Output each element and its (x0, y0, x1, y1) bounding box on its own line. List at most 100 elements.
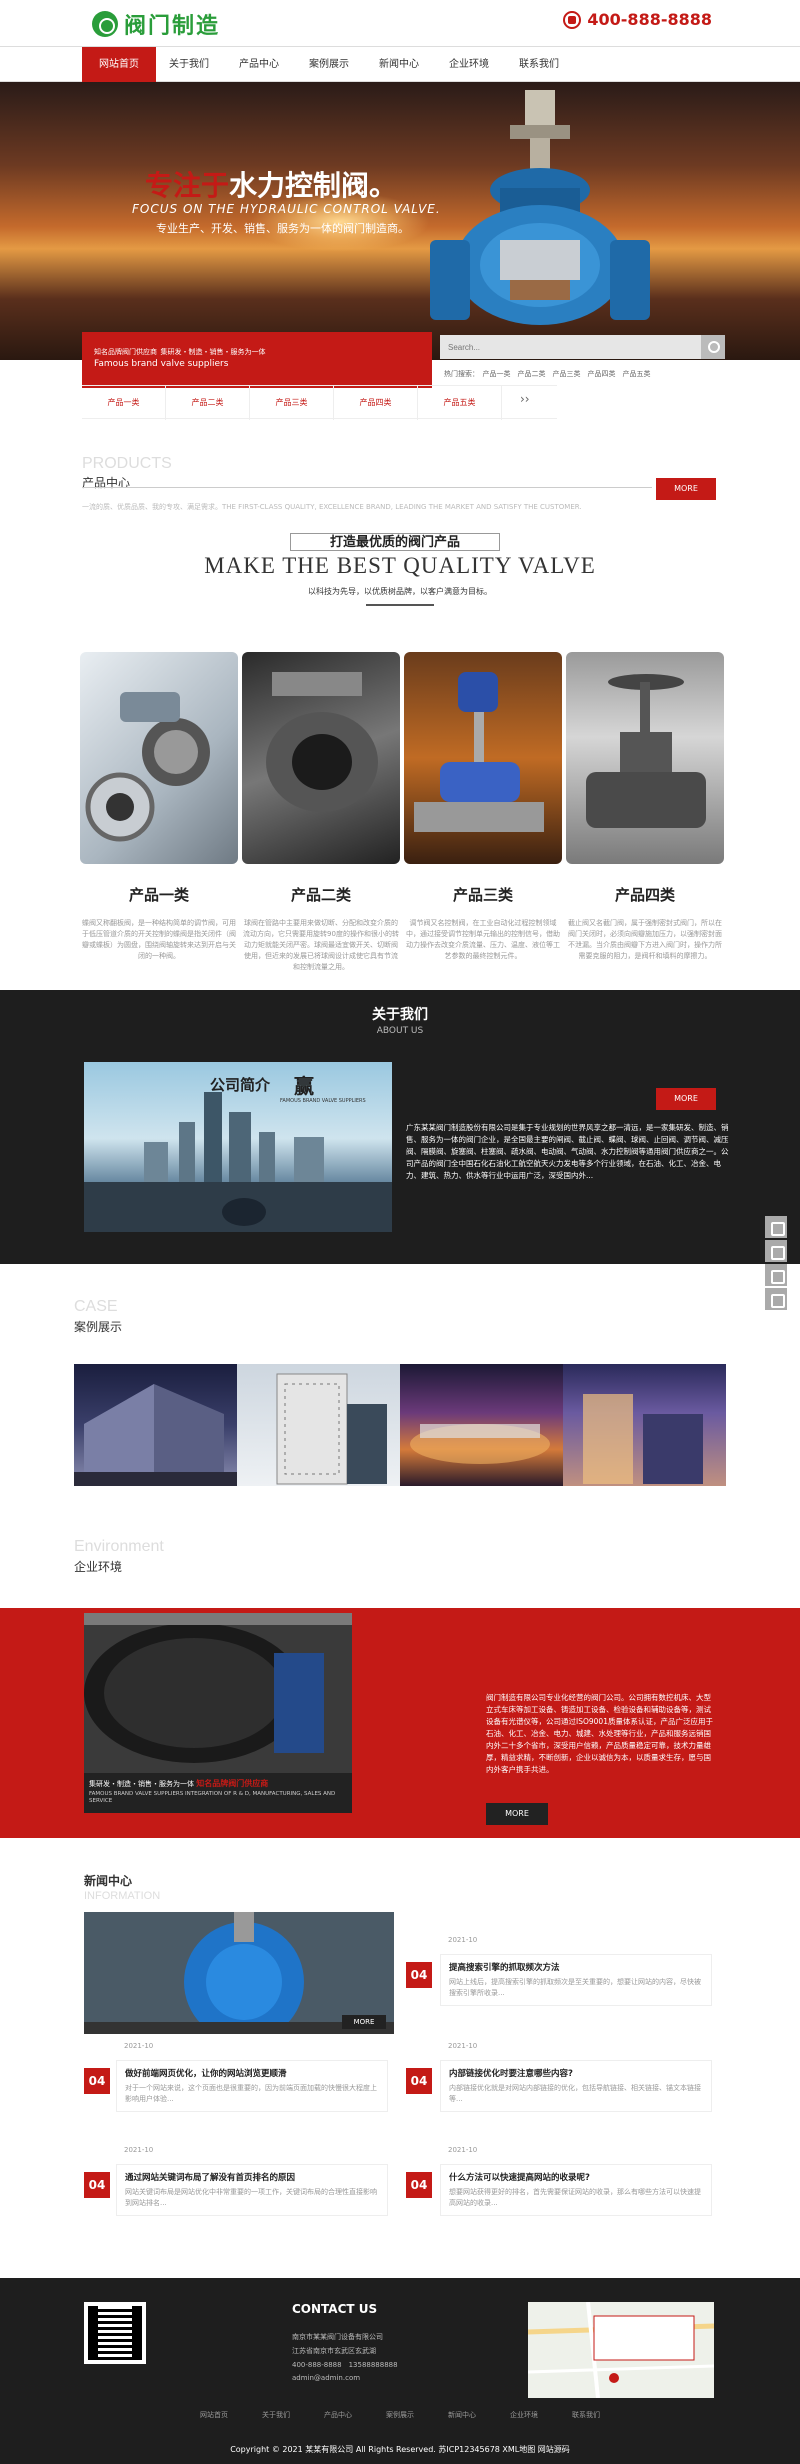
product-desc-4: 截止阀又名截门阀，属于强制密封式阀门，所以在阀门关闭时，必须向阀瓣施加压力，以强… (568, 919, 722, 960)
contact-email[interactable]: admin@admin.com (292, 2374, 360, 2382)
footer-link-environment[interactable]: 企业环境 (510, 2410, 538, 2420)
about-heading: 关于我们 (372, 1007, 428, 1023)
products-more-button[interactable]: MORE (656, 478, 716, 500)
news-image-more-button[interactable]: MORE (342, 2015, 386, 2029)
product-title-1[interactable]: 产品一类 (80, 884, 238, 905)
news-item-1[interactable]: 提高搜索引擎的抓取频次方法 网站上线后，提高搜索引擎的抓取频次是至关重要的，想要… (440, 1954, 712, 2006)
case-image-3[interactable] (400, 1364, 563, 1486)
news-heading: 新闻中心 (84, 1874, 133, 1888)
brand-title-main: 知名品牌阀门供应商 (94, 348, 157, 356)
search-input[interactable] (440, 335, 690, 359)
products-heading: 产品中心 (82, 476, 131, 490)
main-nav: 网站首页 关于我们 产品中心 案例展示 新闻中心 企业环境 联系我们 (0, 46, 800, 83)
news-date: 2021-10 (124, 2146, 154, 2154)
footer-link-news[interactable]: 新闻中心 (448, 2410, 476, 2420)
about-text: 广东某某阀门制造股份有限公司是集于专业规划的世界风享之都一清远，是一家集研发、制… (406, 1123, 729, 1180)
news-item-2[interactable]: 做好前端网页优化，让你的网站浏览更顺滑 对于一个网站来说，这个页面也是很重要的，… (116, 2060, 388, 2112)
category-tab-1[interactable]: 产品一类 (82, 386, 166, 420)
product-card-3[interactable] (404, 652, 562, 864)
about-image-brand-en: FAMOUS BRAND VALVE SUPPLIERS (280, 1098, 366, 1104)
news-desc: 网站关键词布局是网站优化中非常重要的一项工作，关键词布局的合理性直接影响到网站排… (125, 2188, 377, 2207)
case-image-1[interactable] (74, 1364, 237, 1486)
nav-item-home[interactable]: 网站首页 (82, 47, 156, 83)
nav-item-contact[interactable]: 联系我们 (502, 47, 576, 83)
nav-item-news[interactable]: 新闻中心 (362, 47, 436, 83)
about-image: 公司简介 赢 FAMOUS BRAND VALVE SUPPLIERS (84, 1062, 392, 1232)
about-image-brand: 赢 (294, 1074, 314, 1098)
footer-links: 网站首页 关于我们 产品中心 案例展示 新闻中心 企业环境 联系我们 (0, 2410, 800, 2428)
building-image-3 (410, 1424, 550, 1464)
footer-link-cases[interactable]: 案例展示 (386, 2410, 414, 2420)
footer-link-home[interactable]: 网站首页 (200, 2410, 228, 2420)
news-day-badge: 04 (84, 2172, 110, 2198)
product-card-1[interactable] (80, 652, 238, 864)
case-heading: 案例展示 (74, 1320, 123, 1334)
brand-title: 知名品牌阀门供应商 集研发・制造・销售・服务为一体 (94, 346, 420, 357)
product-title-3[interactable]: 产品三类 (404, 884, 562, 905)
product-card-4[interactable] (566, 652, 724, 864)
mail-icon[interactable] (765, 1288, 787, 1310)
news-date: 2021-10 (448, 1936, 478, 1944)
logo-icon (92, 11, 118, 37)
banner-subtitle: 专业生产、开发、销售、服务为一体的阀门制造商。 (156, 222, 409, 235)
product-title-4[interactable]: 产品四类 (566, 884, 724, 905)
building-image-4 (583, 1394, 703, 1484)
news-title[interactable]: 什么方法可以快速提高网站的收录呢? (449, 2171, 703, 2183)
environment-more-button[interactable]: MORE (486, 1803, 548, 1825)
environment-caption-small: 集研发・制造・销售・服务为一体 (89, 1780, 194, 1788)
category-tab-4[interactable]: 产品四类 (334, 386, 418, 420)
nav-item-cases[interactable]: 案例展示 (292, 47, 366, 83)
category-tab-2[interactable]: 产品二类 (166, 386, 250, 420)
phone-side-icon[interactable] (765, 1240, 787, 1262)
news-day-badge: 04 (84, 2068, 110, 2094)
banner-title-a: 专注于 (145, 169, 230, 202)
nav-item-environment[interactable]: 企业环境 (432, 47, 506, 83)
contact-phone: 400-888-8888 13588888888 (292, 2361, 398, 2369)
category-tab-3[interactable]: 产品三类 (250, 386, 334, 420)
news-title[interactable]: 提高搜索引擎的抓取频次方法 (449, 1961, 703, 1973)
product-desc-3: 调节阀又名控制阀，在工业自动化过程控制领域中，通过接受调节控制单元输出的控制信号… (406, 919, 560, 960)
brand-subtitle: Famous brand valve suppliers (94, 359, 229, 369)
qrcode-icon[interactable] (765, 1264, 787, 1286)
phone-number: 400-888-8888 (587, 10, 712, 29)
environment-caption: 集研发・制造・销售・服务为一体 知名品牌阀门供应商 FAMOUS BRAND V… (84, 1773, 352, 1813)
copyright: Copyright © 2021 某某有限公司 All Rights Reser… (230, 2445, 570, 2454)
about-heading-en: ABOUT US (376, 1026, 424, 1036)
news-day-badge: 04 (406, 2068, 432, 2094)
case-image-4[interactable] (563, 1364, 726, 1486)
category-more-arrow[interactable]: ›› (520, 392, 530, 406)
chat-icon[interactable] (765, 1216, 787, 1238)
about-more-button[interactable]: MORE (656, 1088, 716, 1110)
product-title-2[interactable]: 产品二类 (242, 884, 400, 905)
news-title[interactable]: 内部链接优化时要注意哪些内容? (449, 2067, 703, 2079)
brand-title-small: 集研发・制造・销售・服务为一体 (160, 348, 266, 356)
footer-link-products[interactable]: 产品中心 (324, 2410, 352, 2420)
env-heading: 企业环境 (74, 1560, 123, 1574)
logo[interactable]: 阀门制造 (92, 8, 220, 40)
product-card-2[interactable] (242, 652, 400, 864)
news-desc: 想要网站获得更好的排名，首先需要保证网站的收录，那么有哪些方法可以快速提高网站的… (449, 2188, 701, 2207)
nav-item-products[interactable]: 产品中心 (222, 47, 296, 83)
news-title[interactable]: 做好前端网页优化，让你的网站浏览更顺滑 (125, 2067, 379, 2079)
news-item-4[interactable]: 通过网站关键词布局了解没有首页排名的原因 网站关键词布局是网站优化中非常重要的一… (116, 2164, 388, 2216)
header-phone: 400-888-8888 (563, 10, 712, 29)
divider (366, 604, 434, 606)
news-desc: 网站上线后，提高搜索引擎的抓取频次是至关重要的，想要让网站的内容，尽快被搜索引擎… (449, 1978, 701, 1997)
footer-link-about[interactable]: 关于我们 (262, 2410, 290, 2420)
news-item-3[interactable]: 内部链接优化时要注意哪些内容? 内部链接优化就是对网站内部链接的优化，包括导航链… (440, 2060, 712, 2112)
news-day-badge: 04 (406, 2172, 432, 2198)
phone-icon (563, 10, 582, 29)
footer-link-contact[interactable]: 联系我们 (572, 2410, 600, 2420)
env-heading-en: Environment (74, 1538, 164, 1555)
nav-item-about[interactable]: 关于我们 (152, 47, 226, 83)
divider (82, 487, 652, 488)
banner-title-b: 水力控制阀。 (229, 169, 398, 202)
contact-company: 南京市某某阀门设备有限公司 (292, 2333, 383, 2341)
category-tab-5[interactable]: 产品五类 (418, 386, 502, 420)
search-icon[interactable] (701, 335, 725, 359)
hero-banner: 专注于水力控制阀。 FOCUS ON THE HYDRAULIC CONTROL… (0, 82, 800, 360)
news-item-5[interactable]: 什么方法可以快速提高网站的收录呢? 想要网站获得更好的排名，首先需要保证网站的收… (440, 2164, 712, 2216)
news-title[interactable]: 通过网站关键词布局了解没有首页排名的原因 (125, 2171, 379, 2183)
case-image-2[interactable] (237, 1364, 400, 1486)
location-map[interactable] (528, 2302, 714, 2398)
